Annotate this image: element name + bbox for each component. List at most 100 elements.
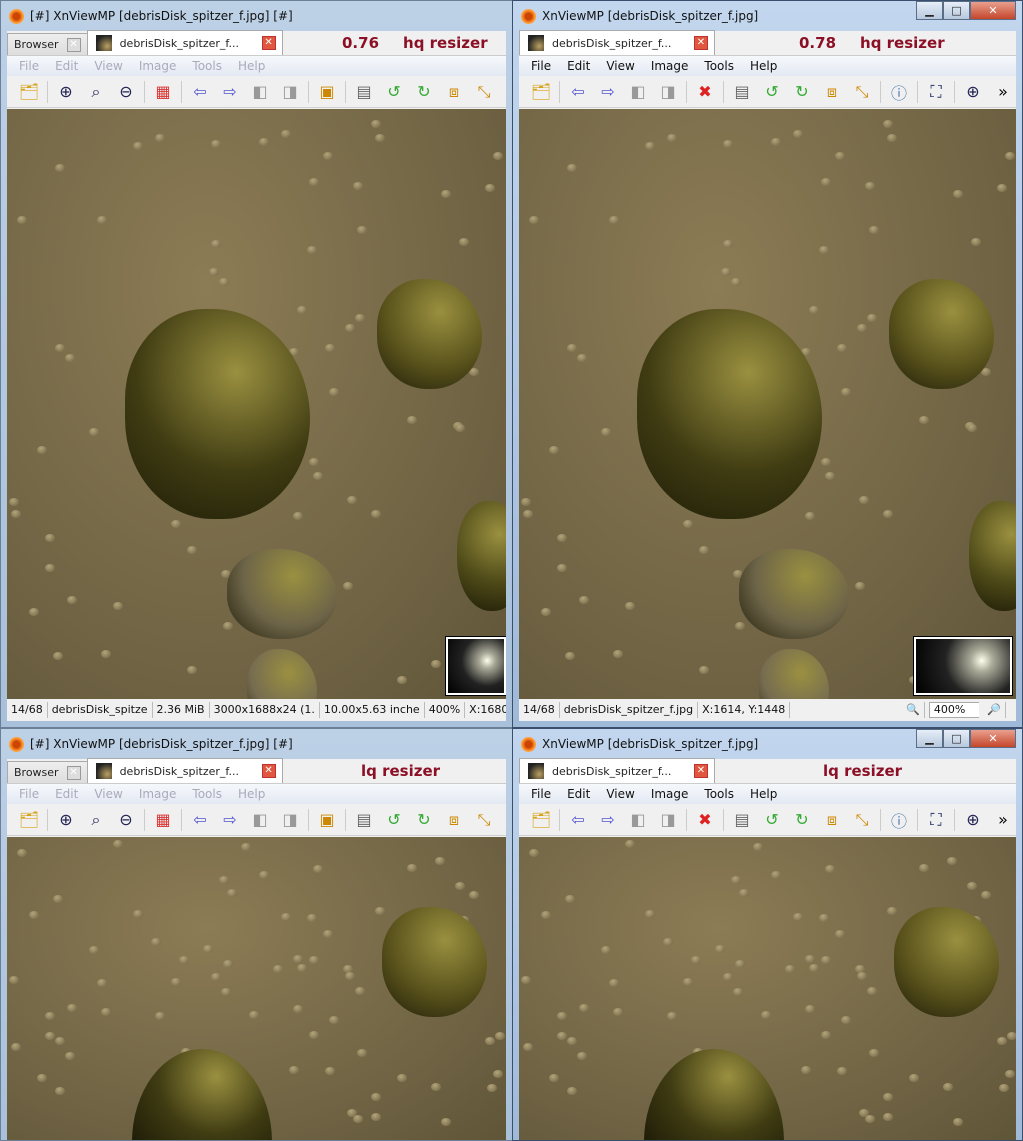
menu-file[interactable]: File <box>11 59 47 73</box>
tab-image[interactable]: debrisDisk_spitzer_f... ✕ <box>519 30 715 55</box>
menu-tools[interactable]: Tools <box>184 59 230 73</box>
maximize-button[interactable]: □ <box>943 729 970 748</box>
next-page-icon[interactable]: ◨ <box>278 80 302 104</box>
zoom-in-icon[interactable]: ⊕ <box>54 80 78 104</box>
next-icon[interactable]: ⇨ <box>596 808 620 832</box>
menu-help[interactable]: Help <box>742 59 785 73</box>
close-button[interactable]: ✕ <box>970 1 1016 20</box>
menu-view[interactable]: View <box>86 787 130 801</box>
navigator-thumbnail[interactable] <box>445 636 506 696</box>
previous-page-icon[interactable]: ◧ <box>626 80 650 104</box>
crop-icon[interactable]: ⧈ <box>820 80 844 104</box>
zoom-in-icon[interactable]: ⊕ <box>54 808 78 832</box>
info-icon[interactable]: ⓘ <box>887 80 911 104</box>
previous-page-icon[interactable]: ◧ <box>248 808 272 832</box>
folders-icon[interactable]: 🗂 <box>529 80 553 104</box>
menu-image[interactable]: Image <box>643 59 697 73</box>
close-tab-icon[interactable]: ✕ <box>66 37 81 52</box>
tab-image[interactable]: debrisDisk_spitzer_f... ✕ <box>86 30 283 55</box>
next-page-icon[interactable]: ◨ <box>656 808 680 832</box>
more-icon[interactable]: » <box>991 808 1015 832</box>
tab-browser[interactable]: Browser ✕ <box>7 33 88 55</box>
image-viewport[interactable] <box>519 837 1016 1140</box>
zoom-out-icon[interactable]: ⊖ <box>114 808 138 832</box>
next-page-icon[interactable]: ◨ <box>656 80 680 104</box>
color-adjust-icon[interactable]: ▤ <box>352 80 376 104</box>
title-bar[interactable]: [#] XnViewMP [debrisDisk_spitzer_f.jpg] … <box>9 7 293 25</box>
previous-icon[interactable]: ⇦ <box>566 808 590 832</box>
color-adjust-icon[interactable]: ▤ <box>352 808 376 832</box>
zoom-in-icon[interactable]: ⊕ <box>961 808 985 832</box>
close-tab-icon[interactable]: ✕ <box>261 764 276 778</box>
next-icon[interactable]: ⇨ <box>596 80 620 104</box>
color-adjust-icon[interactable]: ▤ <box>730 80 754 104</box>
maximize-button[interactable]: □ <box>943 1 970 20</box>
minimize-button[interactable]: ▁ <box>916 729 943 748</box>
grid-icon[interactable]: ▦ <box>151 80 175 104</box>
resize-icon[interactable]: ⤡ <box>850 808 874 832</box>
menu-view[interactable]: View <box>86 59 130 73</box>
xnview-window-br[interactable]: XnViewMP [debrisDisk_spitzer_f.jpg] ▁ □ ✕ de… <box>512 728 1023 1141</box>
menu-edit[interactable]: Edit <box>559 787 598 801</box>
image-viewport[interactable] <box>519 109 1016 699</box>
slideshow-icon[interactable]: ▣ <box>315 80 339 104</box>
zoom-out-icon[interactable]: 🔎 <box>983 702 1006 718</box>
close-tab-icon[interactable]: ✕ <box>694 764 708 778</box>
delete-icon[interactable]: ✖ <box>693 80 717 104</box>
previous-icon[interactable]: ⇦ <box>566 80 590 104</box>
menu-tools[interactable]: Tools <box>696 59 742 73</box>
resize-icon[interactable]: ⤡ <box>472 80 496 104</box>
image-viewport[interactable] <box>7 109 506 699</box>
menu-help[interactable]: Help <box>230 59 273 73</box>
rotate-right-icon[interactable]: ↻ <box>790 80 814 104</box>
fit-icon[interactable]: ⛶ <box>924 80 948 104</box>
minimize-button[interactable]: ▁ <box>916 1 943 20</box>
menu-tools[interactable]: Tools <box>184 787 230 801</box>
menu-image[interactable]: Image <box>131 59 185 73</box>
folders-icon[interactable]: 🗂 <box>17 80 41 104</box>
title-bar[interactable]: [#] XnViewMP [debrisDisk_spitzer_f.jpg] … <box>9 735 293 753</box>
previous-icon[interactable]: ⇦ <box>188 808 212 832</box>
rotate-left-icon[interactable]: ↺ <box>760 808 784 832</box>
crop-icon[interactable]: ⧈ <box>442 80 466 104</box>
xnview-window-tr[interactable]: XnViewMP [debrisDisk_spitzer_f.jpg] ▁ □ ✕ de… <box>512 0 1023 728</box>
menu-view[interactable]: View <box>598 59 642 73</box>
image-viewport[interactable] <box>7 837 506 1140</box>
zoom-out-icon[interactable]: ⊖ <box>114 80 138 104</box>
menu-edit[interactable]: Edit <box>559 59 598 73</box>
tab-image[interactable]: debrisDisk_spitzer_f... ✕ <box>86 758 283 783</box>
title-bar[interactable]: XnViewMP [debrisDisk_spitzer_f.jpg] <box>521 7 758 25</box>
menu-edit[interactable]: Edit <box>47 787 86 801</box>
rotate-right-icon[interactable]: ↻ <box>412 80 436 104</box>
rotate-left-icon[interactable]: ↺ <box>760 80 784 104</box>
close-tab-icon[interactable]: ✕ <box>66 765 81 780</box>
menu-help[interactable]: Help <box>742 787 785 801</box>
crop-icon[interactable]: ⧈ <box>820 808 844 832</box>
rotate-right-icon[interactable]: ↻ <box>790 808 814 832</box>
fit-icon[interactable]: ⛶ <box>924 808 948 832</box>
menu-file[interactable]: File <box>523 787 559 801</box>
color-adjust-icon[interactable]: ▤ <box>730 808 754 832</box>
rotate-right-icon[interactable]: ↻ <box>412 808 436 832</box>
zoom-input[interactable]: 400% <box>928 702 980 718</box>
next-icon[interactable]: ⇨ <box>218 808 242 832</box>
previous-page-icon[interactable]: ◧ <box>626 808 650 832</box>
resize-icon[interactable]: ⤡ <box>472 808 496 832</box>
close-button[interactable]: ✕ <box>970 729 1016 748</box>
menu-help[interactable]: Help <box>230 787 273 801</box>
delete-icon[interactable]: ✖ <box>693 808 717 832</box>
zoom-in-icon[interactable]: 🔍 <box>902 702 925 718</box>
slideshow-icon[interactable]: ▣ <box>315 808 339 832</box>
tab-browser[interactable]: Browser ✕ <box>7 761 88 783</box>
crop-icon[interactable]: ⧈ <box>442 808 466 832</box>
menu-image[interactable]: Image <box>131 787 185 801</box>
rotate-left-icon[interactable]: ↺ <box>382 808 406 832</box>
xnview-window-tl[interactable]: [#] XnViewMP [debrisDisk_spitzer_f.jpg] … <box>0 0 513 728</box>
rotate-left-icon[interactable]: ↺ <box>382 80 406 104</box>
xnview-window-bl[interactable]: [#] XnViewMP [debrisDisk_spitzer_f.jpg] … <box>0 728 513 1141</box>
menu-image[interactable]: Image <box>643 787 697 801</box>
next-page-icon[interactable]: ◨ <box>278 808 302 832</box>
resize-icon[interactable]: ⤡ <box>850 80 874 104</box>
zoom-actual-icon[interactable]: ⌕ <box>84 80 108 104</box>
menu-file[interactable]: File <box>11 787 47 801</box>
